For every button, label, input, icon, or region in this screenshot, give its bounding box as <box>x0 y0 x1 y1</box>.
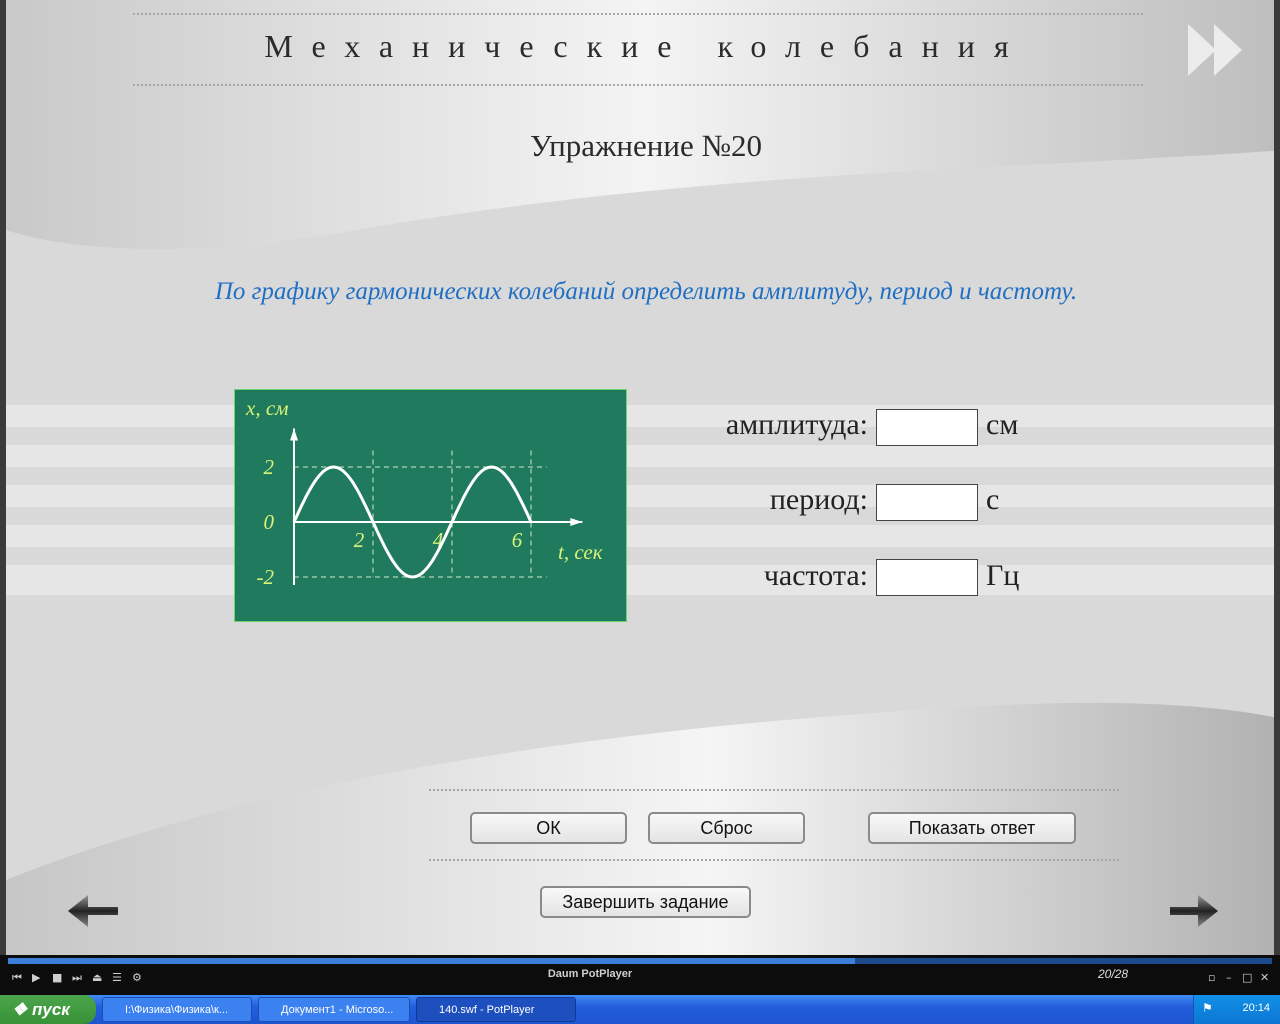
taskbar-item-word[interactable]: Документ1 - Microso... <box>258 997 410 1022</box>
language-flag-icon[interactable]: ⚑ <box>1202 1001 1213 1015</box>
buttons-top-divider <box>429 789 1119 791</box>
start-button[interactable]: ❖ пуск <box>0 995 96 1024</box>
page-counter: 20/28 <box>1098 967 1129 981</box>
x-axis-label: t, сек <box>558 540 603 564</box>
graph-background <box>234 389 627 622</box>
amplitude-unit: см <box>986 408 1019 441</box>
back-arrow-icon[interactable] <box>68 893 120 929</box>
slide: Механические колебания Упражнение №20 По… <box>0 0 1280 955</box>
x-tick-label: 6 <box>512 528 523 552</box>
close-icon[interactable]: ✕ <box>1260 971 1269 984</box>
fast-forward-icon <box>1188 24 1242 76</box>
y-axis-label: x, см <box>245 396 289 420</box>
task-text: По графику гармонических колебаний опред… <box>214 278 1078 305</box>
buttons-bottom-divider <box>429 859 1119 861</box>
period-label: период: <box>769 483 868 516</box>
show-answer-button[interactable]: Показать ответ <box>868 812 1076 844</box>
ok-button[interactable]: ОК <box>470 812 627 844</box>
mini-icon[interactable]: ▫ <box>1208 971 1215 984</box>
windows-logo-icon: ❖ <box>12 1000 28 1019</box>
y-tick-label: -2 <box>257 565 275 589</box>
start-label: пуск <box>31 1000 70 1019</box>
finish-task-button[interactable]: Завершить задание <box>540 886 751 918</box>
frequency-unit: Гц <box>986 559 1020 592</box>
reset-button[interactable]: Сброс <box>648 812 805 844</box>
exercise-title: Упражнение №20 <box>529 128 763 163</box>
taskbar-item-folder[interactable]: I:\Физика\Физика\к... <box>102 997 252 1022</box>
potplayer-controls: ⏮ ▶ ■ ⏭ ⏏ ☰ ⚙ Daum PotPlayer 20/28 ▫ – □… <box>0 955 1280 995</box>
system-tray: ⚑ 20:14 <box>1193 995 1280 1024</box>
top-divider <box>133 13 1143 15</box>
course-title: Механические колебания <box>264 28 1028 64</box>
frequency-input[interactable] <box>876 559 978 596</box>
title-divider <box>133 84 1143 86</box>
period-unit: с <box>986 483 1000 516</box>
x-tick-label: 2 <box>354 528 365 552</box>
seek-progress <box>8 958 855 964</box>
seek-bar[interactable] <box>8 958 1272 964</box>
amplitude-input[interactable] <box>876 409 978 446</box>
maximize-icon[interactable]: □ <box>1242 971 1252 984</box>
taskbar-item-potplayer[interactable]: 140.swf - PotPlayer <box>416 997 576 1022</box>
period-input[interactable] <box>876 484 978 521</box>
minimize-icon[interactable]: – <box>1226 971 1232 984</box>
clock: 20:14 <box>1242 1002 1270 1014</box>
frequency-label: частота: <box>763 559 868 592</box>
oscillation-graph: 20-22 4 6x, смt, сек <box>234 389 627 622</box>
player-title: Daum PotPlayer <box>547 968 633 980</box>
taskbar: ❖ пуск I:\Физика\Физика\к... Документ1 -… <box>0 995 1280 1024</box>
next-arrow-icon[interactable] <box>1168 893 1220 929</box>
y-tick-label: 2 <box>264 455 275 479</box>
amplitude-label: амплитуда: <box>725 408 868 441</box>
y-tick-label: 0 <box>264 510 275 534</box>
